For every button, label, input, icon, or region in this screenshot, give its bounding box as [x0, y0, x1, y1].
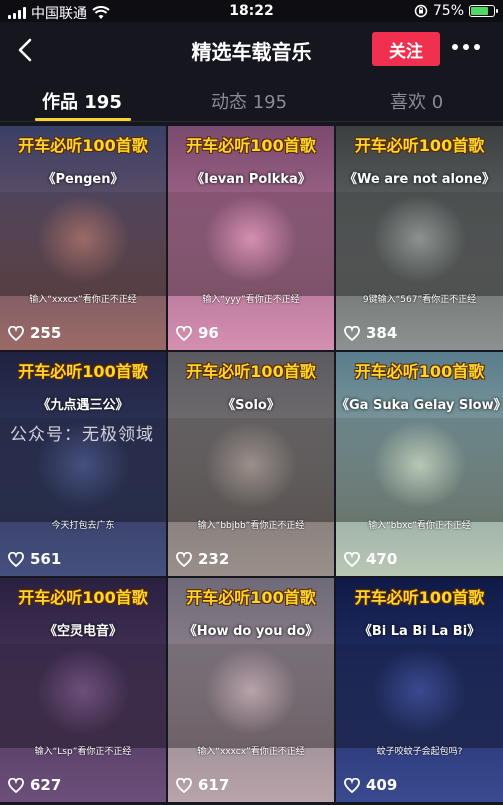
video-banner: 开车必听100首歌 — [186, 362, 316, 381]
like-count: 255 — [8, 324, 61, 342]
like-count: 470 — [344, 550, 397, 568]
status-bar: 中国联通 18:22 75% — [0, 0, 503, 22]
thumbnail-scene — [168, 192, 334, 296]
video-caption: 输入“xxxcx”看你正不正经 — [197, 747, 305, 757]
like-count: 409 — [344, 776, 397, 794]
video-banner: 开车必听100首歌 — [18, 136, 148, 155]
song-title: 《Bi La Bi La Bi》 — [358, 624, 481, 639]
heart-icon — [8, 551, 24, 567]
like-count-value: 470 — [366, 550, 398, 568]
heart-icon — [176, 551, 192, 567]
like-count-value: 409 — [366, 776, 398, 794]
rotation-lock-icon — [414, 4, 428, 18]
profile-tabs: 作品 195 动态 195 喜欢 0 — [0, 78, 503, 122]
video-caption: 输入“bbjbb”看你正不正经 — [197, 521, 305, 531]
video-thumbnail[interactable]: 开车必听100首歌 《九点遇三公》 今天打包去广东 561 — [0, 352, 166, 576]
video-thumbnail[interactable]: 开车必听100首歌 《Bi La Bi La Bi》 蚊子咬蚊子会起包吗? 40… — [336, 578, 503, 802]
heart-icon — [344, 777, 360, 793]
like-count-value: 232 — [198, 550, 230, 568]
video-banner: 开车必听100首歌 — [18, 588, 148, 607]
like-count: 384 — [344, 324, 397, 342]
video-caption: 输入“xxxcx”看你正不正经 — [29, 295, 137, 305]
like-count-value: 384 — [366, 324, 398, 342]
video-thumbnail[interactable]: 开车必听100首歌 《Ievan Polkka》 输入“yyy”看你正不正经 9… — [168, 126, 334, 350]
nav-header: 精选车载音乐 关注 — [0, 22, 503, 78]
like-count: 232 — [176, 550, 229, 568]
song-title: 《九点遇三公》 — [37, 398, 129, 413]
video-banner: 开车必听100首歌 — [18, 362, 148, 381]
more-options-icon[interactable] — [452, 44, 480, 50]
heart-icon — [8, 325, 24, 341]
video-thumbnail[interactable]: 开车必听100首歌 《How do you do》 输入“xxxcx”看你正不正… — [168, 578, 334, 802]
video-caption: 输入“bbxc”看你正不正经 — [368, 521, 471, 531]
video-banner: 开车必听100首歌 — [354, 362, 485, 381]
tab-likes[interactable]: 喜欢 0 — [390, 88, 443, 114]
thumbnail-scene — [336, 644, 503, 748]
video-caption: 输入“Lsp”看你正不正经 — [34, 747, 132, 757]
video-banner: 开车必听100首歌 — [354, 136, 485, 155]
battery-percent: 75% — [432, 3, 464, 19]
song-title: 《Solo》 — [222, 398, 280, 413]
thumbnail-scene — [0, 192, 166, 296]
like-count-value: 627 — [30, 776, 62, 794]
heart-icon — [344, 551, 360, 567]
battery-icon — [469, 5, 498, 17]
video-caption: 9键输入“567”看你正不正经 — [362, 295, 477, 305]
like-count: 96 — [176, 324, 219, 342]
heart-icon — [176, 325, 192, 341]
like-count-value: 617 — [198, 776, 230, 794]
heart-icon — [344, 325, 360, 341]
video-banner: 开车必听100首歌 — [186, 136, 316, 155]
follow-button[interactable]: 关注 — [372, 32, 440, 66]
thumbnail-scene — [336, 418, 503, 522]
heart-icon — [8, 777, 24, 793]
like-count-value: 255 — [30, 324, 62, 342]
song-title: 《空灵电音》 — [43, 624, 122, 639]
thumbnail-scene — [168, 644, 334, 748]
video-banner: 开车必听100首歌 — [186, 588, 316, 607]
video-caption: 蚊子咬蚊子会起包吗? — [376, 747, 463, 757]
like-count: 561 — [8, 550, 61, 568]
song-title: 《How do you do》 — [183, 624, 319, 639]
thumbnail-scene — [168, 418, 334, 522]
video-thumbnail[interactable]: 开车必听100首歌 《Ga Suka Gelay Slow》 输入“bbxc”看… — [336, 352, 503, 576]
video-thumbnail[interactable]: 开车必听100首歌 《空灵电音》 输入“Lsp”看你正不正经 627 — [0, 578, 166, 802]
video-caption: 今天打包去广东 — [51, 521, 115, 531]
like-count-value: 96 — [198, 324, 219, 342]
thumbnail-scene — [336, 192, 503, 296]
tab-indicator — [35, 118, 131, 121]
video-banner: 开车必听100首歌 — [354, 588, 485, 607]
video-thumbnail[interactable]: 开车必听100首歌 《Pengen》 输入“xxxcx”看你正不正经 255 — [0, 126, 166, 350]
tab-moments[interactable]: 动态 195 — [211, 88, 287, 114]
song-title: 《We are not alone》 — [344, 172, 495, 187]
watermark-text: 公众号：无极领域 — [10, 425, 154, 445]
song-title: 《Ievan Polkka》 — [191, 172, 311, 187]
video-grid: 开车必听100首歌 《Pengen》 输入“xxxcx”看你正不正经 255 开… — [0, 126, 503, 805]
like-count: 627 — [8, 776, 61, 794]
like-count-value: 561 — [30, 550, 62, 568]
tab-works[interactable]: 作品 195 — [42, 88, 122, 114]
video-thumbnail[interactable]: 开车必听100首歌 《Solo》 输入“bbjbb”看你正不正经 232 — [168, 352, 334, 576]
song-title: 《Ga Suka Gelay Slow》 — [336, 398, 503, 413]
thumbnail-scene — [0, 644, 166, 748]
song-title: 《Pengen》 — [42, 172, 124, 187]
video-caption: 输入“yyy”看你正不正经 — [202, 295, 300, 305]
video-thumbnail[interactable]: 开车必听100首歌 《We are not alone》 9键输入“567”看你… — [336, 126, 503, 350]
status-right: 75% — [414, 3, 498, 19]
like-count: 617 — [176, 776, 229, 794]
heart-icon — [176, 777, 192, 793]
